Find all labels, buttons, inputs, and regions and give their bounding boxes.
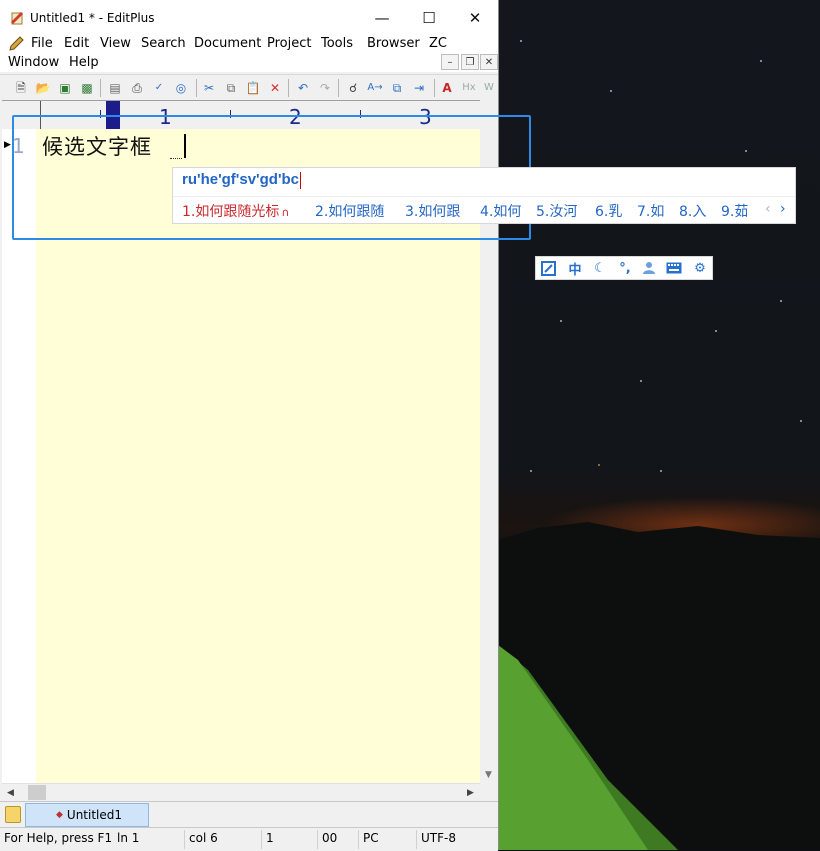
keyboard-icon[interactable]	[665, 259, 683, 277]
status-encoding: UTF-8	[416, 830, 456, 849]
candidate-5[interactable]: 5.汝河	[536, 201, 577, 221]
candidate-prev-page-button[interactable]: ‹	[765, 201, 771, 217]
scroll-left-arrow[interactable]: ◀	[2, 784, 19, 801]
menu-browser[interactable]: Browser	[367, 36, 420, 51]
ime-status-bar: 中 ☾ °, ⚙	[535, 256, 713, 280]
status-field-4: 00	[317, 830, 337, 849]
current-line-marker: ▶	[4, 140, 11, 150]
tab-label: Untitled1	[66, 808, 123, 822]
status-bar: For Help, press F1 ln 1 col 6 1 00 PC UT…	[0, 827, 498, 851]
status-help: For Help, press F1	[4, 831, 113, 845]
minimize-button[interactable]: —	[359, 4, 405, 32]
candidate-7[interactable]: 7.如	[637, 201, 664, 221]
print-icon[interactable]: ⎙	[128, 79, 146, 97]
close-button[interactable]: ✕	[452, 4, 498, 32]
new-file-icon[interactable]: 🗎	[12, 79, 30, 97]
maximize-button[interactable]: ☐	[406, 4, 452, 32]
font-icon[interactable]: A	[438, 79, 456, 97]
browser-preview-icon[interactable]: ◎	[172, 79, 190, 97]
menu-window[interactable]: Window	[8, 55, 59, 70]
menu-tools[interactable]: Tools	[321, 36, 353, 51]
editplus-icon	[11, 12, 23, 25]
toolbar: 🗎 📂 ▣ ▩ ▤ ⎙ ✓ ◎ ✂ ⧉ 📋 ✕ ↶ ↷ ☌ A→ ⧉ ⇥ A H…	[0, 74, 498, 101]
horizontal-scroll-thumb[interactable]	[28, 785, 46, 800]
status-line: ln 1	[117, 831, 140, 845]
menu-zc[interactable]: ZC	[429, 36, 447, 51]
title-bar[interactable]: Untitled1 * - EditPlus — ☐ ✕	[0, 0, 498, 36]
save-all-icon[interactable]: ▩	[78, 79, 96, 97]
undo-icon[interactable]: ↶	[294, 79, 312, 97]
status-file-format: PC	[358, 830, 379, 849]
user-phrase-icon: ∩	[281, 206, 290, 219]
html-toolbar-icon[interactable]: Hx	[460, 79, 478, 97]
word-wrap-icon[interactable]: W	[480, 79, 498, 97]
candidate-4[interactable]: 4.如何	[480, 201, 521, 221]
menu-bar: File Edit View Search Document Project T…	[0, 34, 498, 72]
pencil-icon	[9, 36, 24, 51]
menu-view[interactable]: View	[100, 36, 131, 51]
print-preview-icon[interactable]: ▤	[106, 79, 124, 97]
menu-search[interactable]: Search	[141, 36, 186, 51]
mountain-silhouette	[498, 522, 820, 850]
save-icon[interactable]: ▣	[56, 79, 74, 97]
document-tab-bar: ◆ Untitled1	[0, 801, 498, 828]
spellcheck-icon[interactable]: ✓	[150, 79, 168, 97]
ime-composition-text: ru'he'gf'sv'gd'bc	[182, 171, 300, 188]
candidate-2[interactable]: 2.如何跟随	[315, 201, 384, 221]
chinese-mode-button[interactable]: 中	[566, 259, 584, 278]
menu-help[interactable]: Help	[69, 55, 99, 70]
goto-icon[interactable]: ⧉	[388, 79, 406, 97]
replace-icon[interactable]: A→	[366, 79, 384, 97]
candidate-8[interactable]: 8.入	[679, 201, 706, 221]
delete-icon[interactable]: ✕	[266, 79, 284, 97]
scroll-down-arrow[interactable]: ▼	[480, 766, 497, 783]
candidate-3[interactable]: 3.如何跟	[405, 201, 460, 221]
status-column: col 6	[184, 830, 218, 849]
moon-icon[interactable]: ☾	[591, 259, 609, 277]
folder-icon[interactable]	[5, 806, 21, 823]
candidate-9[interactable]: 9.茹	[721, 201, 748, 221]
settings-icon[interactable]: ⚙	[691, 259, 709, 277]
ime-composition: ru'he'gf'sv'gd'bc	[182, 171, 302, 189]
ime-candidate-window: ru'he'gf'sv'gd'bc 1.如何跟随光标 ∩ 2.如何跟随 3.如何跟…	[172, 167, 796, 224]
copy-icon[interactable]: ⧉	[222, 79, 240, 97]
user-icon[interactable]	[640, 259, 658, 277]
candidate-next-page-button[interactable]: ›	[780, 201, 786, 217]
mdi-minimize-button[interactable]: –	[441, 54, 459, 70]
mdi-restore-button[interactable]: ❐	[461, 54, 479, 70]
window-title: Untitled1 * - EditPlus	[30, 11, 155, 25]
open-folder-icon[interactable]: 📂	[34, 79, 52, 97]
tab-untitled1[interactable]: ◆ Untitled1	[25, 803, 149, 827]
redo-icon[interactable]: ↷	[316, 79, 334, 97]
punctuation-icon[interactable]: °,	[616, 259, 634, 277]
find-icon[interactable]: ☌	[344, 79, 362, 97]
menu-edit[interactable]: Edit	[64, 36, 89, 51]
paste-icon[interactable]: 📋	[244, 79, 262, 97]
modified-diamond-icon: ◆	[56, 810, 63, 820]
scroll-right-arrow[interactable]: ▶	[462, 784, 479, 801]
mdi-close-button[interactable]: ✕	[480, 54, 498, 70]
menu-document[interactable]: Document	[194, 36, 261, 51]
cut-icon[interactable]: ✂	[200, 79, 218, 97]
toolbox-icon[interactable]	[539, 259, 557, 277]
status-field-3: 1	[261, 830, 274, 849]
indent-icon[interactable]: ⇥	[410, 79, 428, 97]
candidate-1[interactable]: 1.如何跟随光标 ∩	[182, 201, 289, 221]
menu-project[interactable]: Project	[267, 36, 311, 51]
menu-file[interactable]: File	[31, 36, 53, 51]
candidate-6[interactable]: 6.乳	[595, 201, 622, 221]
horizontal-scrollbar[interactable]: ◀ ▶	[2, 783, 480, 801]
candidate-1-text: 1.如何跟随光标	[182, 204, 280, 220]
